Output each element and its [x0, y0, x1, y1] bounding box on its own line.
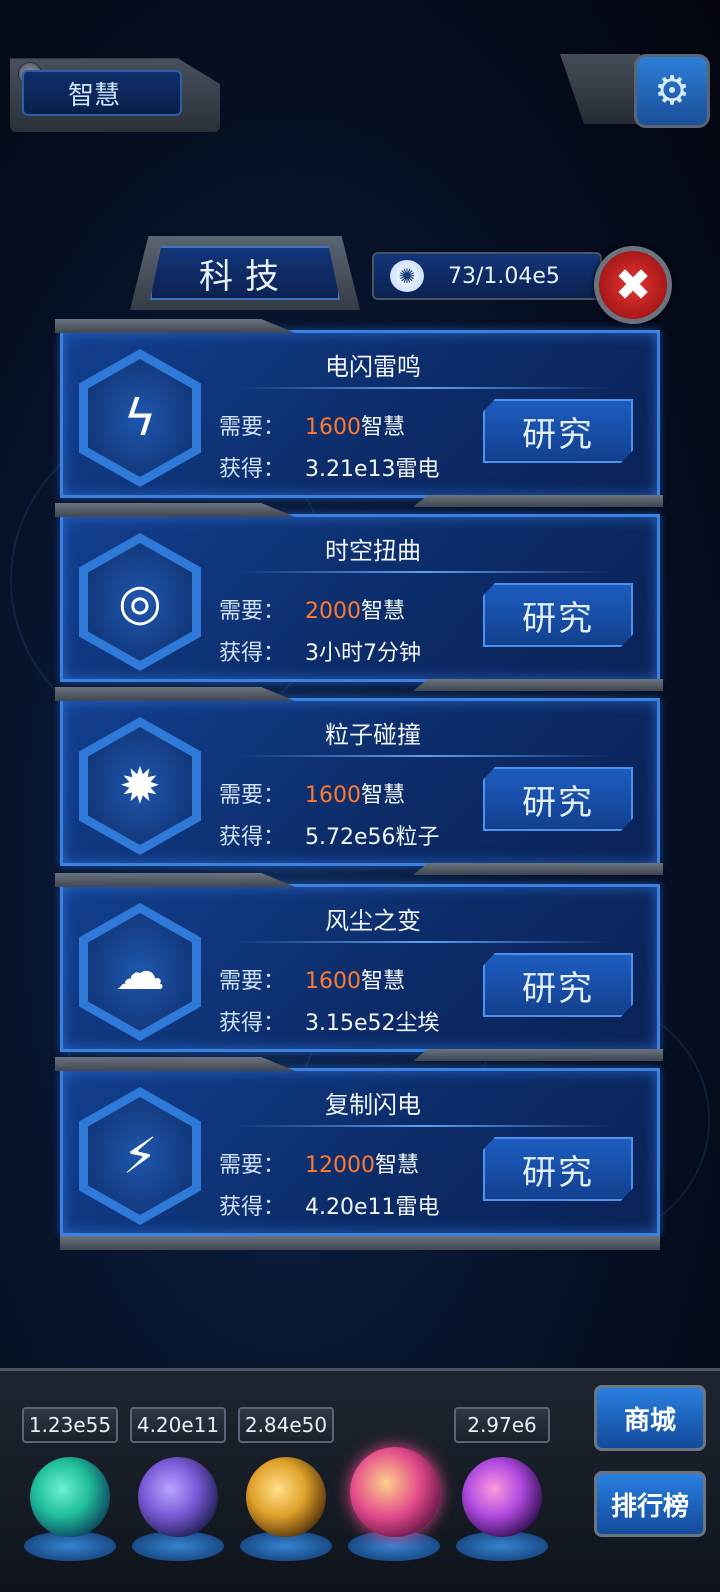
dust-storm-icon: ☁ — [88, 913, 192, 1031]
tech-title: 粒子碰撞 — [325, 721, 421, 749]
tech-card: ⚡ 复制闪电 需要： 12000智慧 获得： 4.20e11雷电 研究 — [55, 1057, 660, 1236]
divider — [233, 941, 613, 943]
require-row: 需要： 1600智慧 — [219, 777, 405, 809]
vortex-orb-icon[interactable] — [462, 1457, 542, 1537]
resource-bar: 1.23e55 4.20e11 2.84e50 2.97e6 商城 排行榜 — [0, 1368, 720, 1592]
require-unit: 智慧 — [361, 415, 406, 440]
obtain-row: 获得： 3小时7分钟 — [219, 635, 421, 667]
brain-counter: ✺ 73/1.04e5 — [372, 252, 602, 300]
research-button[interactable]: 研究 — [483, 1137, 633, 1201]
resource-value: 4.20e11 — [130, 1407, 226, 1443]
obtain-label: 获得： — [219, 641, 286, 666]
research-button[interactable]: 研究 — [483, 583, 633, 647]
require-label: 需要： — [219, 969, 286, 994]
card-foot-frame — [413, 679, 663, 691]
wisdom-tab-label: 智慧 — [68, 80, 121, 111]
require-amount: 12000 — [305, 1153, 375, 1178]
settings-button[interactable]: ⚙ — [634, 54, 710, 128]
tech-card: ϟ 电闪雷鸣 需要： 1600智慧 获得： 3.21e13雷电 研究 — [55, 319, 663, 507]
obtain-value: 4.20e11雷电 — [305, 1195, 440, 1220]
research-button[interactable]: 研究 — [483, 767, 633, 831]
require-amount: 2000 — [305, 599, 361, 624]
dust-orb-icon[interactable] — [246, 1457, 326, 1537]
particle-orb-icon[interactable] — [30, 1457, 110, 1537]
require-unit: 智慧 — [361, 599, 406, 624]
obtain-row: 获得： 3.21e13雷电 — [219, 451, 440, 483]
brain-icon: ✺ — [390, 260, 424, 292]
require-label: 需要： — [219, 1153, 286, 1178]
require-amount: 1600 — [305, 969, 361, 994]
tech-icon-frame: ✹ — [79, 717, 201, 855]
require-label: 需要： — [219, 783, 286, 808]
require-unit: 智慧 — [361, 783, 406, 808]
card-tab-frame — [55, 503, 295, 517]
require-label: 需要： — [219, 599, 286, 624]
close-button[interactable]: ✖ — [594, 246, 672, 324]
require-label: 需要： — [219, 415, 286, 440]
tech-card: ✹ 粒子碰撞 需要： 1600智慧 获得： 5.72e56粒子 研究 — [55, 687, 663, 875]
tech-title: 风尘之变 — [325, 907, 421, 935]
resource-value: 2.84e50 — [238, 1407, 334, 1443]
brain-counter-value: 73/1.04e5 — [448, 263, 560, 289]
tech-title: 时空扭曲 — [325, 537, 421, 565]
obtain-row: 获得： 5.72e56粒子 — [219, 819, 440, 851]
lightning-orb-icon[interactable] — [138, 1457, 218, 1537]
resource-value: 1.23e55 — [22, 1407, 118, 1443]
tech-icon-frame: ϟ — [79, 349, 201, 487]
resource-value: 2.97e6 — [454, 1407, 550, 1443]
obtain-label: 获得： — [219, 457, 286, 482]
card-tab-frame — [55, 1057, 295, 1071]
brain-orb-icon[interactable] — [350, 1447, 440, 1537]
divider — [233, 1125, 613, 1127]
wisdom-tab[interactable]: 智慧 — [22, 70, 182, 116]
card-foot-frame — [413, 1049, 663, 1061]
obtain-value: 3.21e13雷电 — [305, 457, 440, 482]
ranking-button[interactable]: 排行榜 — [594, 1471, 706, 1537]
tech-card: ☁ 风尘之变 需要： 1600智慧 获得： 3.15e52尘埃 研究 — [55, 873, 663, 1061]
require-unit: 智慧 — [361, 969, 406, 994]
panel-title: 科技 — [150, 246, 340, 300]
require-unit: 智慧 — [375, 1153, 420, 1178]
tech-title: 复制闪电 — [325, 1091, 421, 1119]
card-tab-frame — [55, 319, 295, 333]
tech-card: ◎ 时空扭曲 需要： 2000智慧 获得： 3小时7分钟 研究 — [55, 503, 663, 691]
card-tab-frame — [55, 687, 295, 701]
obtain-row: 获得： 4.20e11雷电 — [219, 1189, 440, 1221]
copy-lightning-icon: ⚡ — [88, 1097, 192, 1215]
tech-title: 电闪雷鸣 — [325, 353, 421, 381]
research-button[interactable]: 研究 — [483, 399, 633, 463]
vortex-icon: ◎ — [88, 543, 192, 661]
top-bar: 智慧 ⚙ — [0, 44, 720, 140]
panel-bottom-frame — [60, 1236, 660, 1250]
card-foot-frame — [413, 863, 663, 875]
obtain-row: 获得： 3.15e52尘埃 — [219, 1005, 440, 1037]
shop-button[interactable]: 商城 — [594, 1385, 706, 1451]
card-foot-frame — [413, 495, 663, 507]
top-right-frame — [560, 54, 640, 124]
divider — [233, 755, 613, 757]
tech-icon-frame: ◎ — [79, 533, 201, 671]
require-amount: 1600 — [305, 415, 361, 440]
divider — [233, 387, 613, 389]
obtain-value: 3.15e52尘埃 — [305, 1011, 440, 1036]
obtain-value: 3小时7分钟 — [305, 641, 421, 666]
obtain-value: 5.72e56粒子 — [305, 825, 440, 850]
divider — [233, 571, 613, 573]
research-button[interactable]: 研究 — [483, 953, 633, 1017]
close-icon: ✖ — [614, 259, 652, 311]
require-row: 需要： 12000智慧 — [219, 1147, 419, 1179]
obtain-label: 获得： — [219, 825, 286, 850]
lightning-icon: ϟ — [88, 359, 192, 477]
card-tab-frame — [55, 873, 295, 887]
particle-collision-icon: ✹ — [88, 727, 192, 845]
tech-icon-frame: ☁ — [79, 903, 201, 1041]
require-row: 需要： 1600智慧 — [219, 963, 405, 995]
require-amount: 1600 — [305, 783, 361, 808]
obtain-label: 获得： — [219, 1011, 286, 1036]
require-row: 需要： 2000智慧 — [219, 593, 405, 625]
require-row: 需要： 1600智慧 — [219, 409, 405, 441]
tech-icon-frame: ⚡ — [79, 1087, 201, 1225]
gear-icon: ⚙ — [654, 68, 690, 114]
obtain-label: 获得： — [219, 1195, 286, 1220]
